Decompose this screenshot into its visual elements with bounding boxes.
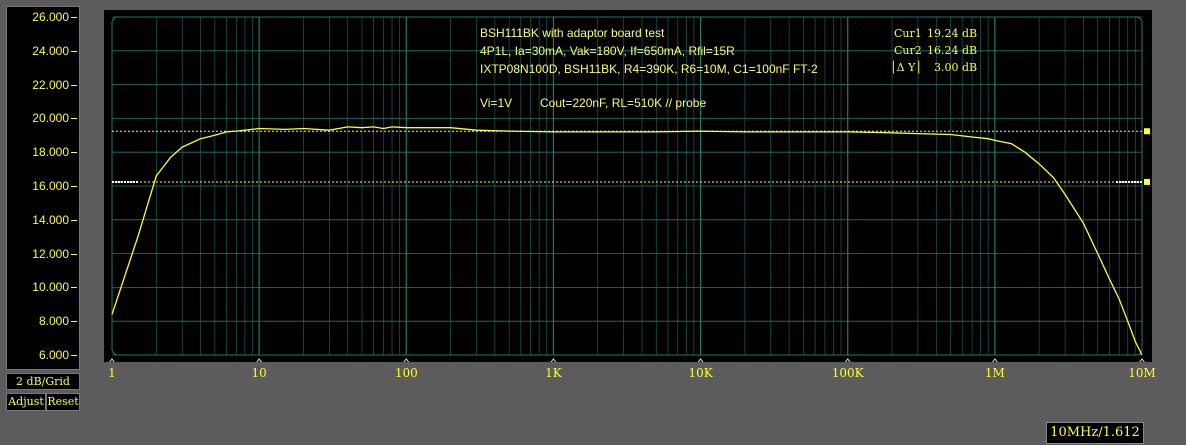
y-tick-label: 8.000	[38, 314, 69, 329]
y-tick-label: 16.000	[32, 179, 69, 193]
annotation-vi: Vi=1V	[480, 96, 513, 110]
x-tick-mark	[697, 358, 704, 362]
x-tick-mark	[256, 358, 263, 362]
annotation-load: Cout=220nF, RL=510K // probe	[540, 96, 707, 110]
y-tick-label: 20.000	[32, 111, 69, 126]
delta-y-value: 3.00 dB	[934, 61, 978, 74]
y-tick-label: 10.000	[32, 280, 69, 295]
x-tick-mark	[844, 358, 851, 362]
annotation-title: BSH111BK with adaptor board test	[480, 26, 665, 40]
y-tick-label: 12.000	[32, 246, 69, 261]
y-tick-mark	[71, 219, 77, 221]
reset-button[interactable]: Reset	[46, 393, 80, 411]
x-tick-label: 10	[251, 366, 267, 380]
delta-y-label: │Δ Y│	[890, 61, 922, 74]
y-tick-label: 24.000	[32, 43, 69, 58]
adjust-button[interactable]: Adjust	[6, 393, 46, 411]
y-tick-mark	[71, 253, 77, 255]
x-tick-mark	[109, 358, 115, 362]
x-tick-mark	[403, 358, 410, 362]
cur2-readout-value: 16.24 dB	[927, 44, 978, 57]
y-tick-mark	[71, 355, 77, 356]
y-tick-mark	[71, 287, 77, 289]
x-tick-label: 10K	[688, 366, 713, 380]
y-tick-label: 18.000	[32, 145, 69, 160]
x-tick-label: 10M	[1128, 366, 1156, 380]
cur1-readout-value: 19.24 dB	[927, 27, 978, 40]
cur1-readout-label: Cur1	[894, 27, 922, 40]
y-tick-mark	[71, 17, 77, 18]
x-tick-label: 100K	[831, 366, 864, 380]
y-axis-panel: 26.000 24.000 22.000 20.000 18.000 16.000 14.0…	[0, 0, 84, 445]
cursor-marker-2	[1144, 178, 1150, 185]
y-tick-mark	[71, 152, 77, 154]
y-tick-mark	[71, 186, 77, 187]
x-tick-mark	[991, 358, 998, 362]
x-tick-label: 1M	[984, 366, 1005, 380]
y-tick-label: 26.000	[32, 10, 69, 24]
y-tick-mark	[71, 321, 77, 323]
cur2-readout-label: Cur2	[894, 44, 922, 57]
x-tick-label: 100	[394, 366, 418, 380]
annotation-line2: 4P1L, Ia=30mA, Vak=180V, If=650mA, Rfil=…	[480, 44, 735, 58]
y-tick-mark	[71, 84, 77, 86]
x-tick-mark	[550, 358, 557, 362]
frequency-response-line	[111, 126, 1143, 356]
y-tick-label: 14.000	[32, 212, 69, 227]
x-tick-label: 1K	[545, 366, 562, 380]
frequency-readout: 10MHz/1.612	[1046, 422, 1144, 444]
y-tick-mark	[71, 50, 77, 52]
cursor-marker-1	[1144, 128, 1150, 135]
x-tick-label: 1	[108, 366, 116, 380]
chart-panel: Cur1 Cur2 BSH111BK with adaptor board tes…	[104, 10, 1152, 362]
y-tick-mark	[71, 118, 77, 120]
y-tick-label: 6.000	[38, 348, 69, 362]
y-axis-scale: 26.000 24.000 22.000 20.000 18.000 16.000 14.0…	[6, 6, 80, 370]
annotation-line3: IXTP08N100D, BSH11BK, R4=390K, R6=10M, C…	[480, 62, 818, 76]
y-tick-label: 22.000	[32, 77, 69, 92]
x-tick-mark	[1139, 358, 1145, 362]
grid-scale-label: 2 dB/Grid	[6, 373, 80, 390]
